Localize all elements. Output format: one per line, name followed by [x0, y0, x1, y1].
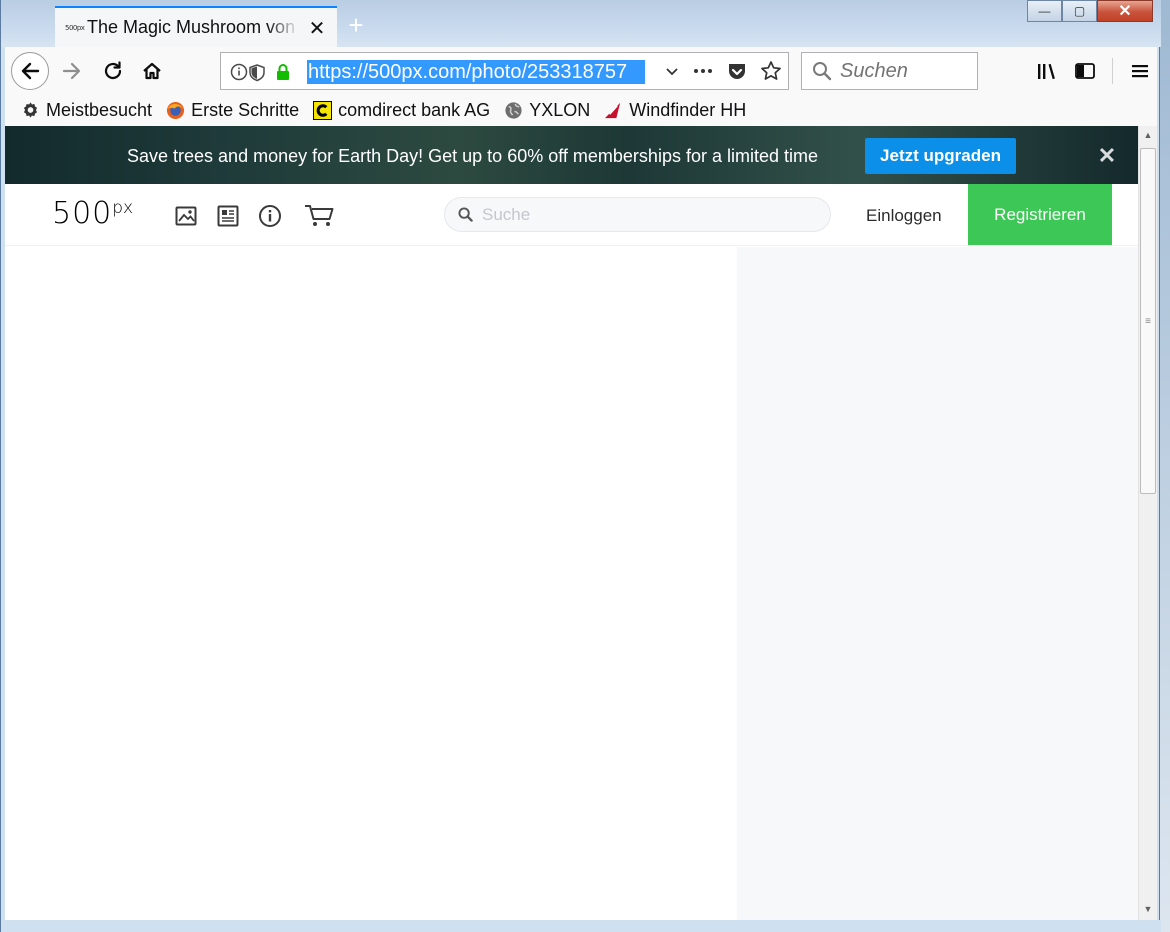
browser-search-field[interactable]: Suchen	[801, 52, 978, 90]
search-placeholder: Suchen	[840, 59, 908, 82]
login-link[interactable]: Einloggen	[866, 206, 942, 226]
url-text[interactable]: https://500px.com/photo/253318757	[307, 60, 645, 84]
photo-area	[5, 247, 737, 920]
bookmark-comdirect[interactable]: comdirect bank AG	[313, 100, 490, 121]
search-icon	[813, 62, 832, 81]
bookmark-yxlon[interactable]: YXLON	[504, 100, 590, 121]
close-banner-icon[interactable]: ✕	[1097, 143, 1117, 169]
news-icon[interactable]	[215, 203, 241, 229]
title-bar: 500px The Magic Mushroom von ✕ + — ▢ ✕	[1, 0, 1161, 47]
window-controls: — ▢ ✕	[1027, 0, 1153, 22]
bookmark-meistbesucht[interactable]: Meistbesucht	[21, 100, 152, 121]
scroll-down-arrow-icon[interactable]: ▼	[1139, 900, 1157, 918]
browser-tab[interactable]: 500px The Magic Mushroom von ✕	[55, 6, 337, 47]
windfinder-icon	[604, 101, 623, 120]
scrollbar-thumb[interactable]: ≡	[1140, 148, 1156, 494]
more-actions-icon[interactable]	[692, 60, 714, 82]
reload-button[interactable]	[99, 57, 127, 85]
info-icon	[230, 63, 289, 82]
bookmark-windfinder[interactable]: Windfinder HH	[604, 100, 746, 121]
site-search-placeholder: Suche	[482, 204, 531, 224]
bookmark-label: comdirect bank AG	[338, 100, 491, 120]
toolbar-separator	[1112, 58, 1113, 84]
photo-details-panel	[737, 247, 1138, 920]
forward-button[interactable]	[58, 57, 86, 85]
new-tab-button[interactable]: +	[345, 10, 367, 41]
bookmark-erste-schritte[interactable]: Erste Schritte	[166, 100, 299, 121]
chevron-down-icon[interactable]	[664, 60, 680, 82]
bookmarks-toolbar: Meistbesucht Erste Schritte comdirect ba…	[5, 95, 1157, 126]
bookmark-label: YXLON	[529, 100, 591, 120]
reload-icon	[104, 61, 122, 80]
sidebar-icon[interactable]	[1074, 60, 1096, 82]
promo-text: Save trees and money for Earth Day! Get …	[127, 146, 818, 166]
home-button[interactable]	[138, 57, 166, 85]
url-actions	[664, 60, 782, 82]
upgrade-button[interactable]: Jetzt upgraden	[865, 138, 1016, 174]
minimize-button[interactable]: —	[1027, 0, 1062, 22]
logo-text: 500	[52, 196, 113, 231]
scroll-up-arrow-icon[interactable]: ▲	[1139, 126, 1157, 144]
close-window-button[interactable]: ✕	[1097, 0, 1153, 22]
tab-title: The Magic Mushroom von	[87, 17, 296, 37]
cart-icon[interactable]	[303, 203, 337, 229]
info-circle-icon[interactable]	[257, 203, 283, 229]
navigation-toolbar: https://500px.com/photo/253318757 Suchen	[5, 47, 1157, 95]
promo-banner: Save trees and money for Earth Day! Get …	[5, 126, 1138, 184]
site-logo[interactable]: 500px	[52, 196, 133, 231]
library-icon[interactable]	[1036, 60, 1058, 82]
back-button[interactable]	[11, 52, 49, 90]
tab-close-icon[interactable]: ✕	[307, 16, 327, 41]
bookmark-star-icon[interactable]	[760, 60, 782, 82]
home-icon	[143, 62, 161, 80]
page-viewport: Save trees and money for Earth Day! Get …	[5, 126, 1138, 920]
gear-icon	[21, 101, 40, 120]
window-bottom-border	[1, 920, 1161, 932]
tab-favicon-icon: 500px	[65, 23, 85, 32]
comdirect-icon	[313, 101, 333, 120]
search-icon	[458, 207, 473, 222]
bookmark-label: Erste Schritte	[191, 100, 300, 120]
site-search-input[interactable]: Suche	[444, 197, 831, 232]
pocket-icon[interactable]	[726, 60, 748, 82]
firefox-icon	[166, 101, 185, 120]
menu-icon[interactable]	[1129, 60, 1151, 82]
bookmark-label: Windfinder HH	[629, 100, 747, 120]
vertical-scrollbar[interactable]: ▲ ≡ ▼	[1138, 126, 1157, 920]
browser-window: 500px The Magic Mushroom von ✕ + — ▢ ✕ h…	[0, 0, 1161, 932]
site-header: 500px Suche Einloggen Registrieren	[5, 184, 1138, 246]
forward-arrow-icon	[62, 62, 81, 80]
globe-icon	[504, 101, 523, 120]
maximize-button[interactable]: ▢	[1062, 0, 1097, 22]
address-bar[interactable]: https://500px.com/photo/253318757	[220, 52, 789, 90]
register-button[interactable]: Registrieren	[968, 184, 1112, 245]
toolbar-right	[1036, 58, 1151, 84]
logo-superscript: px	[112, 198, 134, 218]
photos-icon[interactable]	[173, 203, 199, 229]
back-arrow-icon	[21, 62, 40, 80]
bookmark-label: Meistbesucht	[46, 100, 153, 120]
url-identity-icons[interactable]	[229, 61, 295, 88]
